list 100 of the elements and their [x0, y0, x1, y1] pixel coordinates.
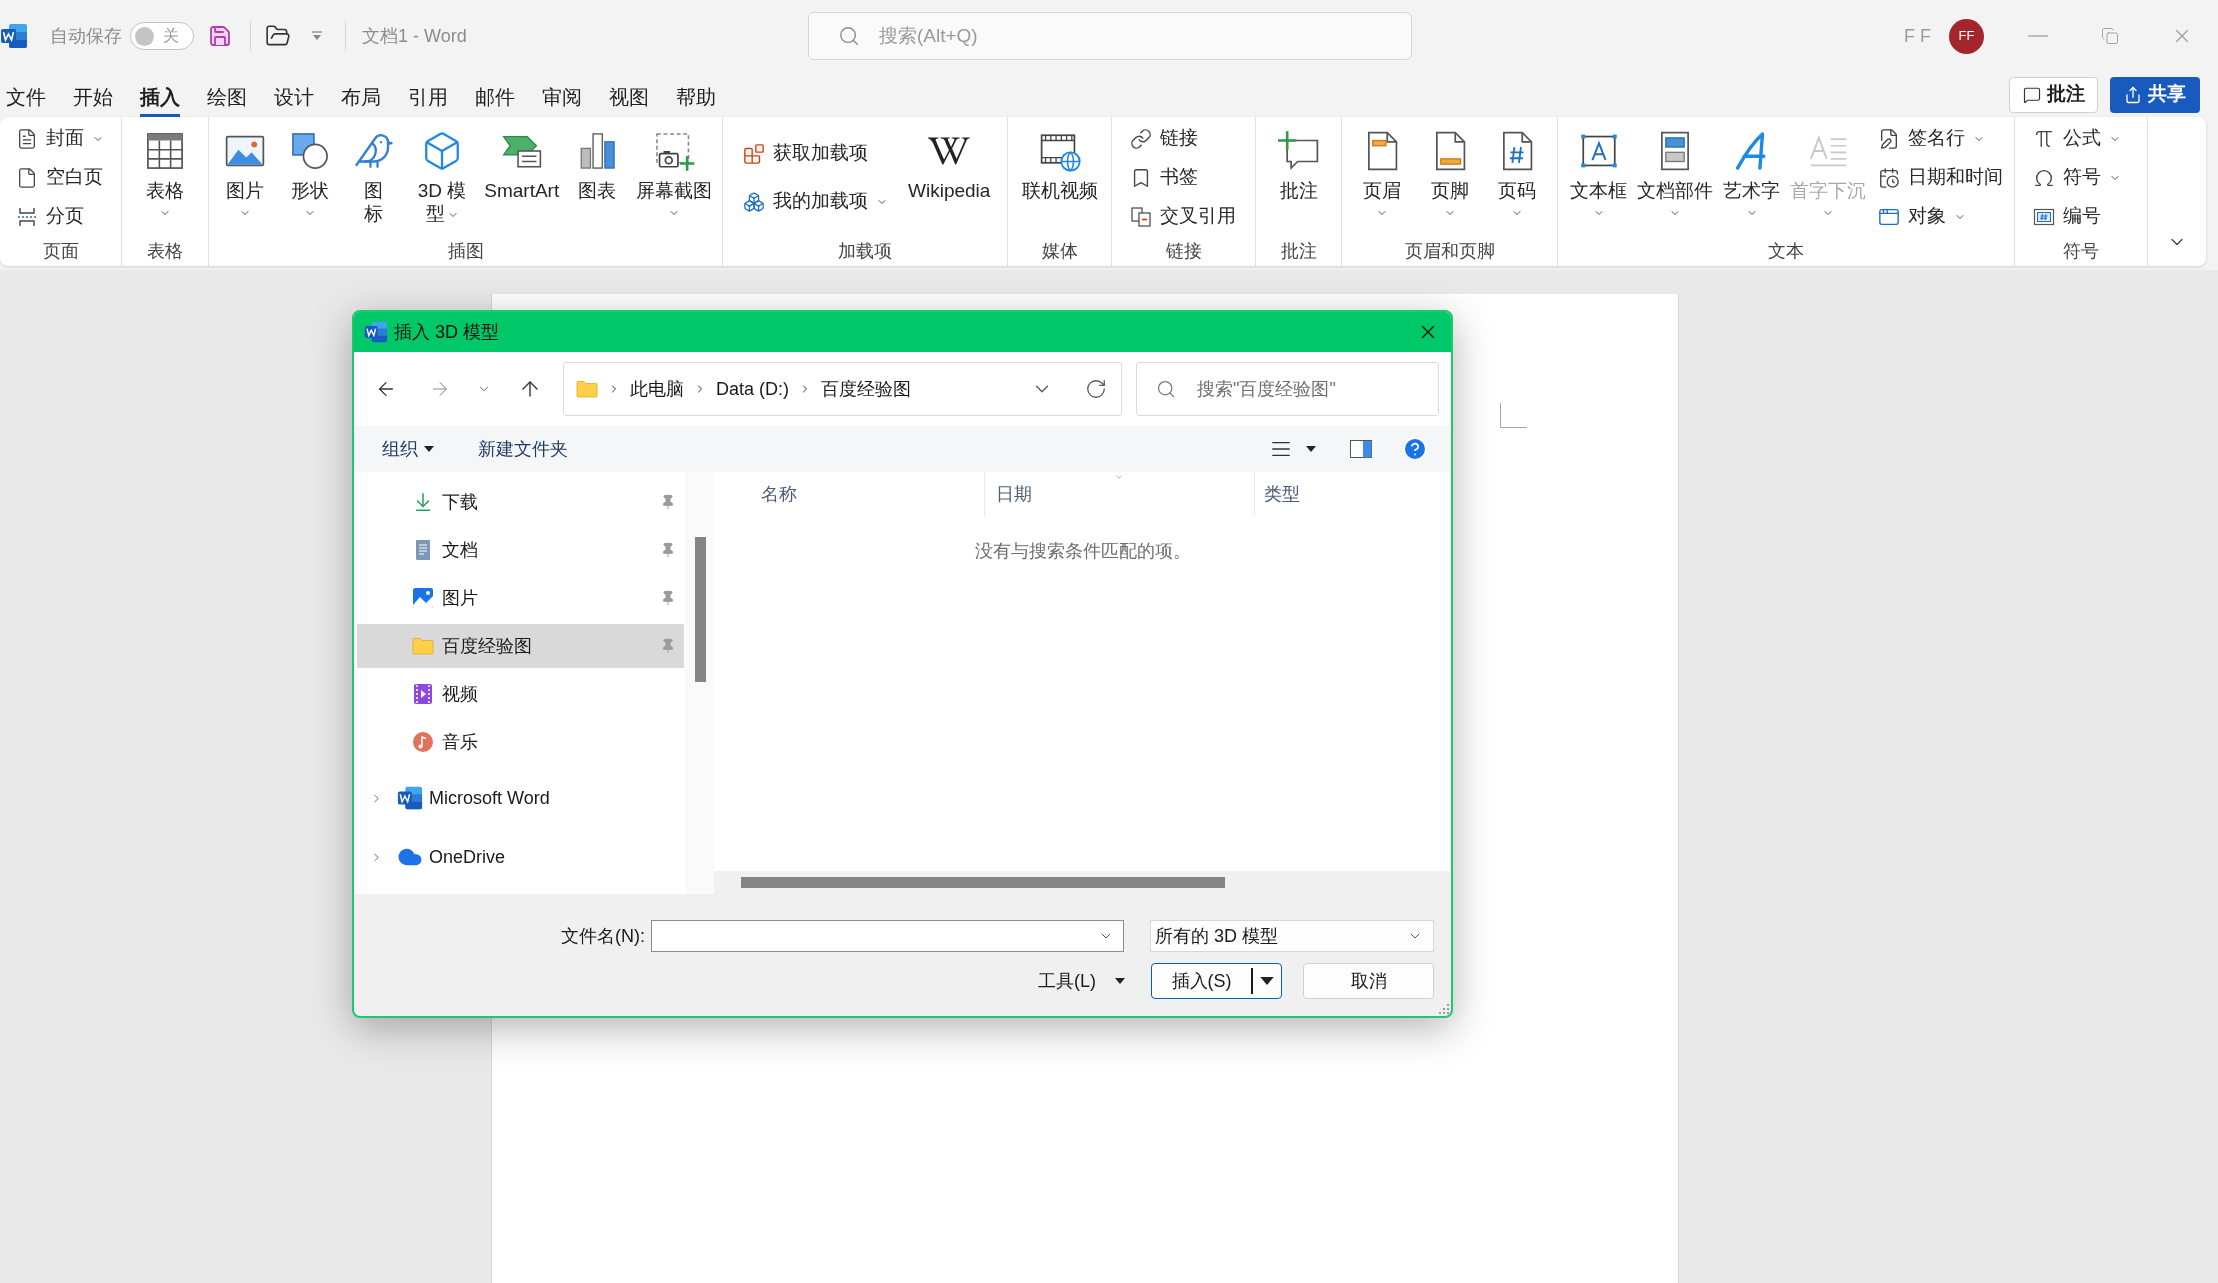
ribbon-button[interactable]: 联机视频: [1019, 129, 1100, 202]
ribbon-button[interactable]: 交叉引用: [1126, 201, 1240, 232]
ribbon-button[interactable]: 空白页: [12, 162, 108, 193]
boxes-icon: [743, 190, 765, 213]
nav-item[interactable]: Microsoft Word: [357, 776, 684, 820]
breadcrumb-item[interactable]: Data (D:): [716, 375, 789, 403]
ribbon-button[interactable]: 符号: [2029, 162, 2125, 193]
file-type-dropdown[interactable]: 所有的 3D 模型: [1150, 920, 1434, 952]
menu-tab[interactable]: 布局: [341, 79, 381, 117]
ribbon-button[interactable]: 公式: [2029, 123, 2125, 154]
nav-item[interactable]: OneDrive: [357, 835, 684, 879]
ribbon-button[interactable]: 文档部件: [1635, 129, 1715, 219]
ribbon-button[interactable]: 签名行: [1874, 123, 2007, 154]
ribbon-button[interactable]: 对象: [1874, 201, 2007, 232]
ribbon-button[interactable]: 图标: [345, 129, 402, 225]
new-folder-button[interactable]: 新建文件夹: [478, 435, 568, 463]
menu-tab[interactable]: 审阅: [542, 79, 582, 117]
menu-tab[interactable]: 文件: [6, 79, 46, 117]
menu-tab[interactable]: 引用: [408, 79, 448, 117]
group-label: 批注: [1280, 240, 1317, 263]
ribbon-button[interactable]: 页眉: [1353, 129, 1410, 219]
nav-item[interactable]: 视频: [357, 672, 684, 716]
menu-tab[interactable]: 开始: [73, 79, 113, 117]
page-lines-icon: [16, 127, 38, 150]
share-button[interactable]: 共享: [2110, 76, 2200, 113]
comment-icon: [2022, 85, 2041, 104]
column-header[interactable]: 名称: [714, 472, 985, 516]
minimize-icon: [2028, 35, 2048, 37]
group-label: 页眉和页脚: [1404, 240, 1495, 263]
ribbon-button[interactable]: 图片: [217, 129, 274, 219]
blocks-icon: [743, 142, 765, 165]
ribbon-button[interactable]: 页脚: [1421, 129, 1478, 219]
customize-toolbar-button[interactable]: [311, 31, 323, 41]
page-break-icon: [16, 205, 38, 228]
menu-tab[interactable]: 视图: [609, 79, 649, 117]
comments-button[interactable]: 批注: [2009, 76, 2098, 113]
nav-item[interactable]: 文档: [357, 528, 684, 572]
preview-pane-button[interactable]: [1350, 440, 1372, 458]
document-pen-icon: [1878, 127, 1900, 150]
save-icon: [208, 24, 232, 48]
ribbon-button[interactable]: SmartArt: [482, 129, 562, 202]
ribbon-button[interactable]: 日期和时间: [1874, 162, 2007, 193]
file-name-field[interactable]: [651, 920, 1124, 952]
ribbon-button[interactable]: 编号: [2029, 201, 2125, 232]
ribbon-button[interactable]: 封面: [12, 123, 108, 154]
menu-tab[interactable]: 帮助: [676, 79, 716, 117]
ribbon-button[interactable]: 屏幕截图: [633, 129, 714, 219]
nav-item[interactable]: 图片: [357, 576, 684, 620]
cancel-button[interactable]: 取消: [1303, 963, 1434, 999]
ribbon-button[interactable]: Wikipedia: [906, 129, 993, 202]
resize-grip-icon: [1439, 1004, 1449, 1014]
ribbon-button[interactable]: 表格: [137, 129, 193, 219]
file-name-label: 文件名(N):: [561, 924, 645, 948]
caret-icon: [1115, 978, 1125, 984]
tools-button[interactable]: 工具(L): [1038, 967, 1125, 995]
picture-icon: [412, 587, 434, 609]
breadcrumb-item[interactable]: 百度经验图: [821, 375, 911, 403]
organize-button[interactable]: 组织: [382, 435, 434, 463]
menu-tab[interactable]: 邮件: [475, 79, 515, 117]
ribbon-button[interactable]: 形状: [281, 129, 338, 219]
refresh-button[interactable]: [1085, 378, 1107, 400]
column-header[interactable]: 类型: [1255, 472, 1451, 516]
avatar[interactable]: FF: [1949, 18, 1984, 54]
ribbon-button[interactable]: 分页: [12, 201, 108, 232]
save-button[interactable]: [208, 24, 232, 48]
table-icon: [144, 130, 186, 172]
folder-icon: [412, 635, 434, 657]
dialog-title: 插入 3D 模型: [394, 320, 499, 344]
menu-tab[interactable]: 绘图: [207, 79, 247, 117]
nav-item[interactable]: 下载: [357, 480, 684, 524]
ribbon-button[interactable]: 艺术字: [1721, 129, 1782, 219]
app-logo-icon: [397, 785, 423, 811]
ribbon-button[interactable]: 书签: [1126, 162, 1240, 193]
search-field[interactable]: 搜索"百度经验图": [1136, 362, 1439, 416]
group-label: 符号: [2063, 240, 2099, 263]
ribbon-button[interactable]: 批注: [1270, 129, 1327, 202]
help-button[interactable]: [1402, 436, 1428, 462]
ribbon-button[interactable]: 链接: [1126, 123, 1240, 154]
ribbon-button[interactable]: 获取加载项: [739, 138, 892, 169]
column-header[interactable]: 日期: [985, 472, 1255, 516]
ribbon-button[interactable]: 我的加载项: [739, 186, 892, 217]
insert-button[interactable]: 插入(S): [1152, 964, 1251, 998]
group-label: 页面: [42, 240, 79, 263]
folder-icon: [576, 378, 598, 400]
search-icon: [1156, 379, 1176, 399]
search-field[interactable]: 搜索(Alt+Q): [808, 12, 1412, 60]
ribbon-button[interactable]: 页码: [1489, 129, 1546, 219]
group-label: 链接: [1165, 240, 1202, 263]
quick-access-caret-icon: [311, 31, 323, 41]
ribbon-button[interactable]: 图表: [569, 129, 626, 202]
menu-tab[interactable]: 设计: [274, 79, 314, 117]
caret-icon: [424, 446, 434, 452]
calendar-clock-icon: [1878, 166, 1900, 189]
pages-icon: [1130, 205, 1152, 228]
ribbon-button[interactable]: 文本框: [1568, 129, 1629, 219]
nav-item[interactable]: 百度经验图: [357, 624, 684, 668]
breadcrumb-item[interactable]: 此电脑: [630, 375, 684, 403]
group-label: 加载项: [838, 240, 892, 263]
ribbon-button[interactable]: 3D 模型: [410, 129, 474, 225]
nav-item[interactable]: 音乐: [357, 720, 684, 764]
